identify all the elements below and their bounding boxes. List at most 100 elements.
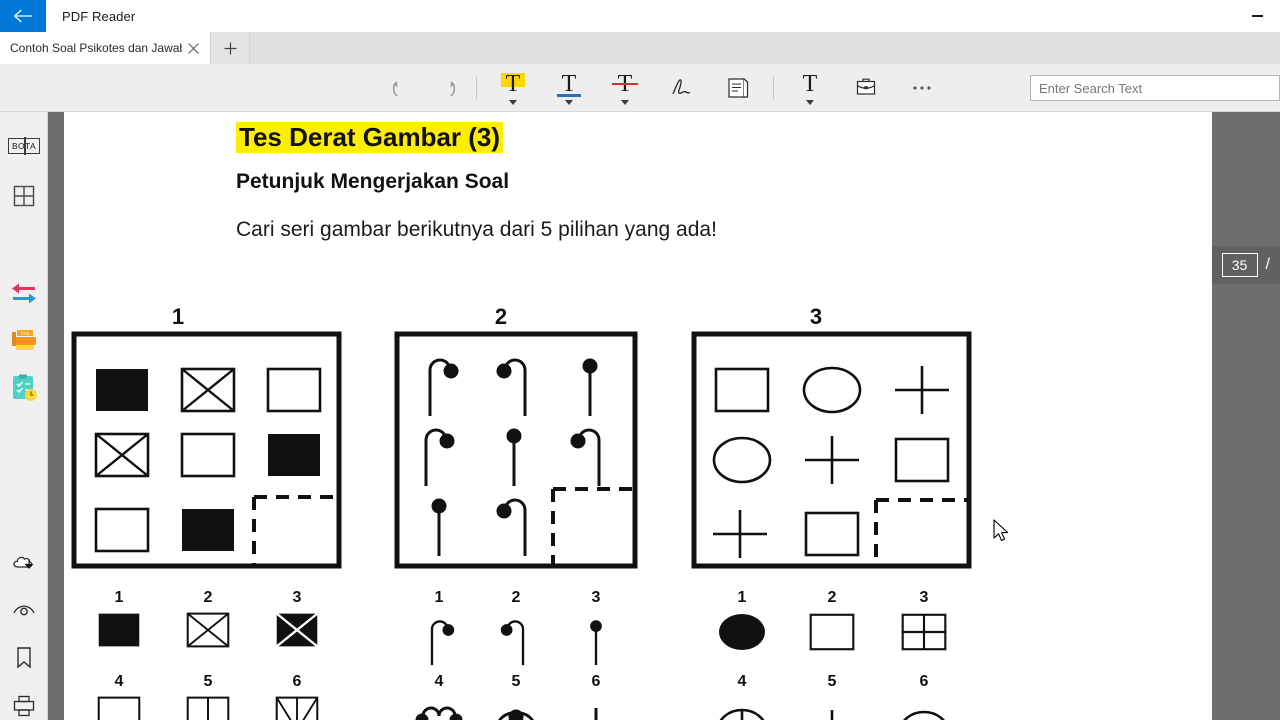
annotation-toolbar: T T T Enter Search Text bbox=[0, 64, 1280, 112]
left-sidebar: BOTA FAX bbox=[0, 112, 48, 720]
chevron-down-icon[interactable] bbox=[806, 100, 814, 105]
option-number: 4 bbox=[115, 673, 124, 690]
option-number: 3 bbox=[920, 589, 929, 606]
minimize-icon bbox=[1251, 15, 1263, 17]
redo-icon bbox=[450, 80, 456, 97]
sidebar-item-checklist[interactable] bbox=[0, 364, 48, 412]
eye-icon bbox=[13, 605, 35, 616]
plus-icon bbox=[224, 42, 236, 54]
puzzle-figures: 1 1 2 3 4 5 6 2 1 2 3 4 5 6 3 1 2 3 4 5 … bbox=[71, 304, 972, 720]
tab-document[interactable]: Contoh Soal Psikotes dan Jawab... bbox=[0, 32, 210, 64]
puzzle-2-number: 2 bbox=[495, 304, 507, 329]
highlight-button[interactable]: T bbox=[485, 64, 541, 112]
chevron-down-icon[interactable] bbox=[621, 100, 629, 105]
option-triangles-square bbox=[275, 696, 319, 720]
page-number-input[interactable]: 35 bbox=[1221, 253, 1258, 277]
sidebar-item-bookmark[interactable] bbox=[0, 634, 48, 682]
option-number: 2 bbox=[512, 589, 521, 606]
note-button[interactable] bbox=[709, 64, 765, 112]
sidebar-item-bota[interactable]: BOTA bbox=[0, 122, 48, 170]
tab-label: Contoh Soal Psikotes dan Jawab... bbox=[10, 41, 182, 55]
checklist-clock-icon bbox=[13, 374, 37, 401]
chevron-down-icon[interactable] bbox=[565, 100, 573, 105]
search-input[interactable] bbox=[1039, 80, 1271, 96]
pdf-page: Tes Derat Gambar (3) Petunjuk Mengerjaka… bbox=[64, 112, 1212, 720]
option-dot-hump bbox=[498, 709, 534, 720]
option-quad-square bbox=[901, 613, 947, 651]
close-icon[interactable] bbox=[182, 37, 204, 59]
signature-pen-icon bbox=[672, 78, 691, 94]
sidebar-item-print[interactable] bbox=[0, 682, 48, 720]
signature-button[interactable] bbox=[653, 64, 709, 112]
text-tool-button[interactable]: T bbox=[782, 64, 838, 112]
note-icon bbox=[728, 77, 749, 98]
app-title: PDF Reader bbox=[62, 8, 136, 24]
new-tab-button[interactable] bbox=[210, 32, 250, 64]
toolbar-divider-2 bbox=[773, 75, 774, 100]
option-arc bbox=[903, 710, 945, 720]
option-filled-x-square bbox=[275, 612, 319, 648]
option-number: 3 bbox=[293, 589, 302, 606]
page-title: Tes Derat Gambar (3) bbox=[236, 122, 504, 154]
option-number: 1 bbox=[738, 589, 747, 606]
bota-badge-icon: BOTA bbox=[7, 137, 41, 155]
option-split-square bbox=[186, 696, 230, 720]
sidebar-item-thumbnails[interactable] bbox=[0, 172, 48, 220]
grid-icon bbox=[13, 185, 35, 207]
option-number: 4 bbox=[435, 673, 444, 690]
cloud-download-icon bbox=[13, 556, 34, 569]
tab-strip: Contoh Soal Psikotes dan Jawab... bbox=[0, 32, 1280, 64]
document-viewport[interactable]: Tes Derat Gambar (3) Petunjuk Mengerjaka… bbox=[48, 112, 1280, 720]
option-number: 6 bbox=[592, 673, 601, 690]
undo-icon bbox=[392, 80, 398, 97]
page-separator: / bbox=[1265, 256, 1270, 273]
window-controls bbox=[1234, 0, 1280, 32]
option-number: 2 bbox=[204, 589, 213, 606]
puzzle-3: 3 1 2 3 4 5 6 bbox=[691, 304, 972, 720]
sidebar-item-convert[interactable] bbox=[0, 268, 48, 316]
back-button[interactable] bbox=[0, 0, 46, 32]
chevron-down-icon[interactable] bbox=[509, 100, 517, 105]
sidebar-item-fax[interactable]: FAX bbox=[0, 316, 48, 364]
minimize-button[interactable] bbox=[1234, 0, 1280, 32]
option-circle-cross bbox=[719, 708, 765, 720]
page-instruction: Cari seri gambar berikutnya dari 5 pilih… bbox=[236, 218, 717, 241]
underline-button[interactable]: T bbox=[541, 64, 597, 112]
strikethrough-button[interactable]: T bbox=[597, 64, 653, 112]
option-number: 6 bbox=[293, 673, 302, 690]
fax-icon: FAX bbox=[12, 330, 36, 350]
printer-icon bbox=[13, 695, 35, 717]
option-number: 3 bbox=[592, 589, 601, 606]
convert-arrows-icon bbox=[12, 283, 36, 304]
option-number: 5 bbox=[204, 673, 213, 690]
strikethrough-text-icon: T bbox=[607, 70, 643, 98]
bookmark-icon bbox=[17, 647, 31, 669]
title-bar: PDF Reader bbox=[0, 0, 1280, 32]
option-number: 5 bbox=[828, 673, 837, 690]
option-number: 1 bbox=[115, 589, 124, 606]
text-icon: T bbox=[802, 71, 818, 97]
more-button[interactable] bbox=[894, 64, 950, 112]
sidebar-item-view[interactable] bbox=[0, 586, 48, 634]
puzzle-2: 2 1 2 3 4 5 6 bbox=[394, 304, 638, 720]
puzzle-3-number: 3 bbox=[810, 304, 822, 329]
option-double-hump bbox=[415, 706, 463, 720]
svg-text:FAX: FAX bbox=[21, 331, 30, 336]
pdf-reader-window: PDF Reader Contoh Soal Psikotes dan Jawa… bbox=[0, 0, 1280, 720]
stamp-button[interactable] bbox=[838, 64, 894, 112]
option-number: 2 bbox=[828, 589, 837, 606]
ellipsis-icon bbox=[913, 85, 931, 90]
briefcase-icon bbox=[856, 78, 876, 95]
option-number: 1 bbox=[435, 589, 444, 606]
highlight-text-icon: T bbox=[495, 70, 531, 98]
puzzle-1-number: 1 bbox=[172, 304, 184, 329]
page-indicator[interactable]: 35 / bbox=[1211, 246, 1280, 284]
redo-button[interactable] bbox=[424, 64, 468, 112]
back-arrow-icon bbox=[13, 9, 32, 23]
option-number: 4 bbox=[738, 673, 747, 690]
underline-text-icon: T bbox=[551, 70, 587, 98]
search-box[interactable] bbox=[1030, 75, 1280, 101]
sidebar-item-cloud[interactable] bbox=[0, 538, 48, 586]
undo-button[interactable] bbox=[380, 64, 424, 112]
toolbar-divider-1 bbox=[476, 75, 477, 100]
